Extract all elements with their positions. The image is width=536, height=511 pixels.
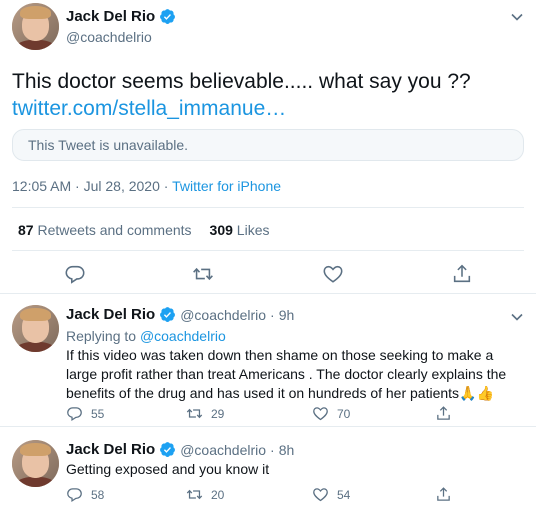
like-action[interactable]: 70: [312, 405, 435, 422]
like-icon[interactable]: [322, 263, 344, 285]
like-count: 54: [337, 487, 351, 502]
tweet-source[interactable]: Twitter for iPhone: [172, 178, 281, 194]
retweet-icon: [186, 408, 203, 419]
header-separator: ·: [270, 306, 275, 323]
like-icon: [313, 488, 328, 502]
verified-badge-icon: [160, 307, 176, 322]
avatar[interactable]: [12, 440, 59, 487]
reply-text: If this video was taken down then shame …: [66, 347, 507, 401]
header-separator: ·: [270, 441, 275, 458]
retweet-action[interactable]: 20: [186, 486, 312, 503]
retweet-icon: [186, 489, 203, 500]
share-icon: [437, 487, 450, 501]
like-action[interactable]: 54: [312, 486, 435, 503]
share-icon: [437, 406, 450, 420]
chevron-down-icon[interactable]: [510, 310, 524, 324]
reply-header: Jack Del Rio @coachdelrio · 9h: [66, 306, 294, 323]
verified-badge-icon: [160, 442, 176, 457]
retweet-count: 29: [211, 406, 225, 421]
meta-separator: ·: [163, 178, 169, 194]
engagement-stats: 87 Retweets and comments 309 Likes: [18, 222, 269, 238]
share-icon[interactable]: [451, 263, 473, 285]
author-name[interactable]: Jack Del Rio: [66, 441, 155, 458]
quoted-tweet-unavailable: This Tweet is unavailable.: [12, 129, 524, 161]
tweet-meta: 12:05 AM · Jul 28, 2020 · Twitter for iP…: [12, 178, 281, 194]
reply-actions: 55 29 70: [66, 405, 452, 422]
share-action[interactable]: [435, 486, 452, 503]
chevron-down-icon[interactable]: [510, 10, 524, 24]
retweet-icon[interactable]: [192, 263, 214, 285]
author-name-row[interactable]: Jack Del Rio: [66, 8, 176, 25]
replying-to: Replying to @coachdelrio: [66, 327, 521, 346]
reply-text: Getting exposed and you know it: [66, 461, 270, 477]
reply-tweet[interactable]: Jack Del Rio @coachdelrio · 8h Getting e…: [0, 428, 536, 511]
main-tweet: Jack Del Rio @coachdelrio This doctor se…: [0, 0, 536, 294]
likes-label: Likes: [236, 222, 270, 238]
author-handle[interactable]: @coachdelrio: [66, 29, 152, 45]
retweets-count: 87: [18, 222, 34, 238]
reply-time[interactable]: 9h: [279, 307, 295, 323]
author-name[interactable]: Jack Del Rio: [66, 8, 155, 25]
reply-header: Jack Del Rio @coachdelrio · 8h: [66, 441, 294, 458]
reply-icon: [67, 488, 82, 503]
reply-tweet[interactable]: Jack Del Rio @coachdelrio · 9h Replying …: [0, 295, 536, 427]
like-count: 70: [337, 406, 351, 421]
tweet-text: This doctor seems believable..... what s…: [12, 70, 471, 93]
reply-count: 55: [91, 406, 105, 421]
timestamp[interactable]: 12:05 AM · Jul 28, 2020: [12, 178, 160, 194]
likes-count: 309: [209, 222, 233, 238]
divider: [12, 207, 524, 208]
share-action[interactable]: [435, 405, 452, 422]
author-name[interactable]: Jack Del Rio: [66, 306, 155, 323]
retweet-count: 20: [211, 487, 225, 502]
reply-action[interactable]: 55: [66, 405, 186, 422]
divider: [12, 250, 524, 251]
retweet-action[interactable]: 29: [186, 405, 312, 422]
avatar[interactable]: [12, 305, 59, 352]
likes-stat[interactable]: 309 Likes: [210, 222, 270, 238]
avatar[interactable]: [12, 3, 59, 50]
replying-prefix: Replying to: [66, 328, 137, 344]
author-handle[interactable]: @coachdelrio: [180, 442, 266, 458]
retweets-stat[interactable]: 87 Retweets and comments: [18, 222, 192, 238]
like-icon: [313, 407, 328, 421]
reply-action[interactable]: 58: [66, 486, 186, 503]
reply-icon: [67, 407, 82, 422]
author-handle[interactable]: @coachdelrio: [180, 307, 266, 323]
replying-to-handle[interactable]: @coachdelrio: [140, 328, 226, 344]
reply-time[interactable]: 8h: [279, 442, 295, 458]
retweets-label: Retweets and comments: [37, 222, 192, 238]
reply-actions: 58 20 54: [66, 486, 452, 503]
reply-icon[interactable]: [64, 263, 86, 285]
tweet-link[interactable]: twitter.com/stella_immanue…: [12, 95, 286, 123]
verified-badge-icon: [160, 9, 176, 24]
reply-count: 58: [91, 487, 105, 502]
